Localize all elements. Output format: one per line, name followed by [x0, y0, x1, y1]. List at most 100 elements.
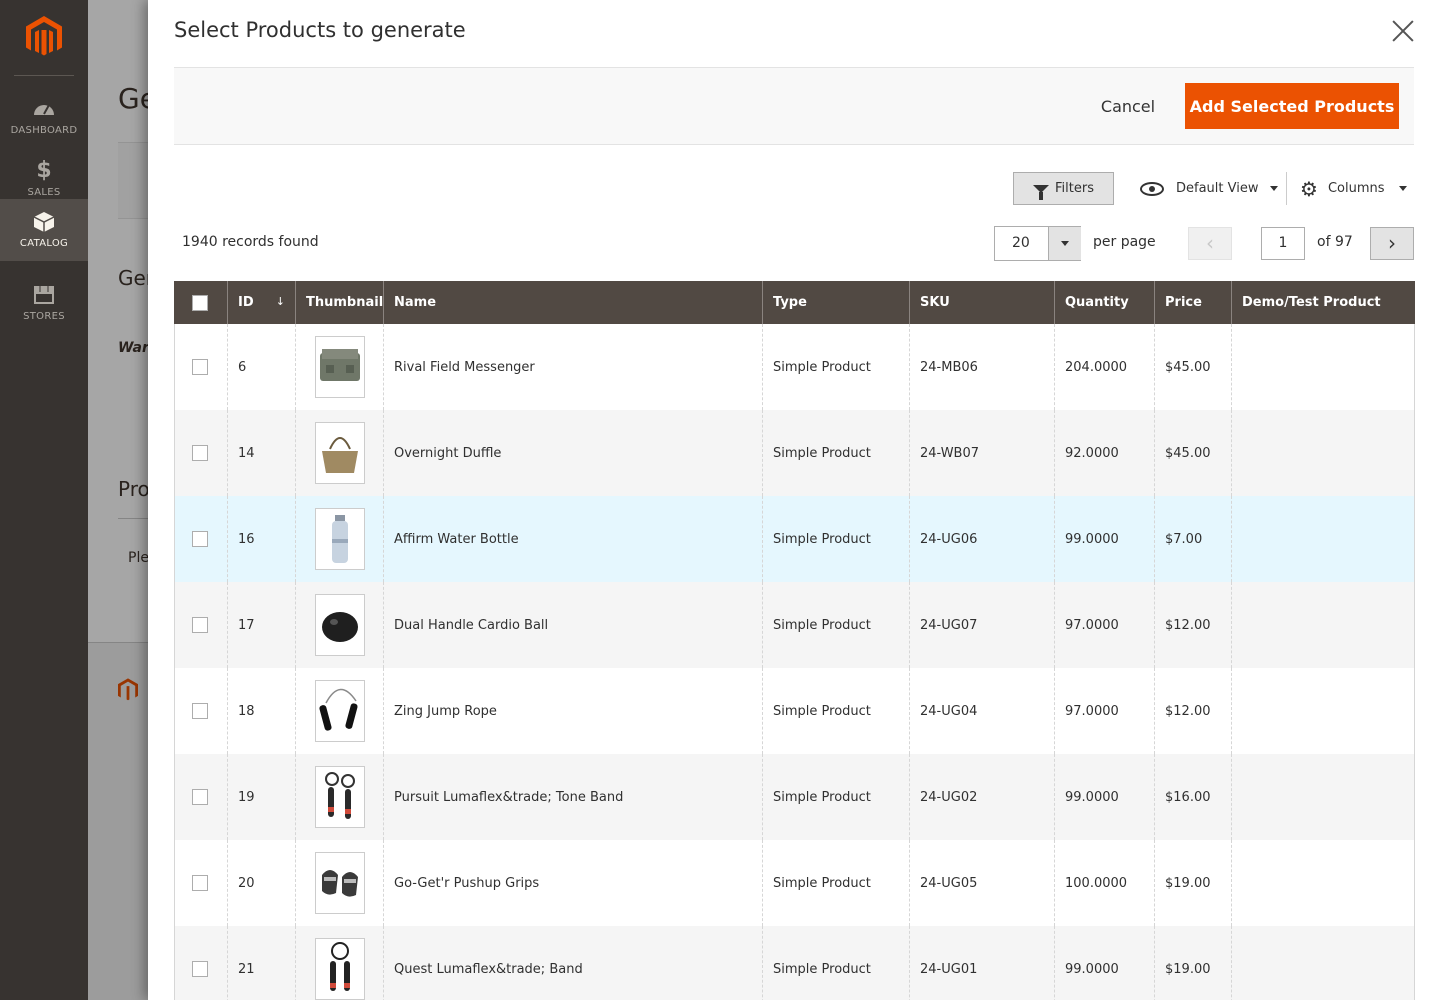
cell-id: 21 — [227, 926, 296, 1000]
product-thumbnail[interactable] — [314, 594, 365, 656]
columns-control[interactable]: ⚙ Columns — [1300, 172, 1407, 205]
cancel-button[interactable]: Cancel — [1086, 83, 1170, 129]
cell-price: $12.00 — [1154, 582, 1232, 668]
product-thumbnail[interactable] — [314, 766, 365, 828]
cell-quantity: 100.0000 — [1054, 840, 1155, 926]
cell-id: 17 — [227, 582, 296, 668]
sidebar-item-label: SALES — [27, 187, 61, 198]
filters-label: Filters — [1055, 181, 1094, 196]
gear-icon: ⚙ — [1300, 176, 1318, 201]
row-checkbox[interactable] — [192, 703, 208, 719]
row-checkbox[interactable] — [192, 617, 208, 633]
chevron-down-icon — [1398, 186, 1407, 191]
table-row[interactable]: 19 Pursuit Lumaflex&trade; Tone Band Sim… — [174, 754, 1415, 840]
row-checkbox[interactable] — [192, 531, 208, 547]
sidebar-item-catalog[interactable]: CATALOG — [0, 199, 88, 261]
row-checkbox[interactable] — [192, 359, 208, 375]
cell-price: $12.00 — [1154, 668, 1232, 754]
cell-sku: 24-UG05 — [909, 840, 1055, 926]
cell-quantity: 99.0000 — [1054, 496, 1155, 582]
per-page-dropdown-button[interactable] — [1048, 227, 1081, 260]
table-row[interactable]: 17 Dual Handle Cardio Ball Simple Produc… — [174, 582, 1415, 668]
page-number-input[interactable]: 1 — [1261, 227, 1305, 260]
magento-logo-icon[interactable] — [26, 16, 62, 58]
row-checkbox[interactable] — [192, 961, 208, 977]
select-all-checkbox[interactable] — [192, 294, 208, 311]
per-page-value: 20 — [1012, 235, 1030, 251]
admin-sidebar: DASHBOARD $ SALES CATALOG STORES — [0, 0, 88, 1000]
per-page-label: per page — [1093, 234, 1156, 250]
select-all-header[interactable] — [174, 281, 228, 324]
modal-action-bar: Cancel Add Selected Products — [174, 67, 1414, 145]
close-icon[interactable] — [1388, 16, 1418, 46]
add-selected-products-button[interactable]: Add Selected Products — [1185, 83, 1399, 129]
cell-quantity: 97.0000 — [1054, 582, 1155, 668]
page-count: of 97 — [1317, 234, 1353, 250]
column-header-name[interactable]: Name — [383, 281, 763, 324]
chevron-down-icon — [1270, 186, 1279, 191]
table-row[interactable]: 6 Rival Field Messenger Simple Product 2… — [174, 324, 1415, 410]
box-icon — [32, 211, 56, 233]
cell-sku: 24-UG07 — [909, 582, 1055, 668]
table-row[interactable]: 18 Zing Jump Rope Simple Product 24-UG04… — [174, 668, 1415, 754]
dollar-icon: $ — [36, 158, 52, 183]
cell-name: Go-Get'r Pushup Grips — [383, 840, 763, 926]
select-products-modal: Select Products to generate Cancel Add S… — [148, 0, 1440, 1000]
cell-id: 20 — [227, 840, 296, 926]
cell-demo-test-product — [1231, 410, 1415, 496]
per-page-select[interactable]: 20 — [994, 226, 1081, 261]
row-checkbox[interactable] — [192, 445, 208, 461]
product-thumbnail[interactable] — [314, 852, 365, 914]
cell-sku: 24-UG01 — [909, 926, 1055, 1000]
product-thumbnail[interactable] — [314, 508, 365, 570]
cell-price: $45.00 — [1154, 410, 1232, 496]
cell-type: Simple Product — [762, 840, 910, 926]
cell-id: 16 — [227, 496, 296, 582]
records-count: 1940 records found — [182, 234, 319, 250]
table-row[interactable]: 14 Overnight Duffle Simple Product 24-WB… — [174, 410, 1415, 496]
column-header-quantity[interactable]: Quantity — [1054, 281, 1155, 324]
cell-sku: 24-UG02 — [909, 754, 1055, 840]
column-header-sku[interactable]: SKU — [909, 281, 1055, 324]
cell-quantity: 99.0000 — [1054, 926, 1155, 1000]
product-thumbnail[interactable] — [314, 938, 365, 1000]
sort-arrow-icon: ↓ — [275, 295, 285, 308]
column-header-id[interactable]: ID ↓ — [227, 281, 296, 324]
cell-price: $19.00 — [1154, 926, 1232, 1000]
cell-id: 6 — [227, 324, 296, 410]
sidebar-item-dashboard[interactable]: DASHBOARD — [0, 86, 88, 148]
cell-sku: 24-MB06 — [909, 324, 1055, 410]
next-page-button[interactable]: › — [1370, 227, 1414, 260]
column-header-demo-test-product[interactable]: Demo/Test Product — [1231, 281, 1415, 324]
cell-demo-test-product — [1231, 668, 1415, 754]
cell-name: Overnight Duffle — [383, 410, 763, 496]
previous-page-button[interactable]: ‹ — [1188, 227, 1232, 260]
filters-button[interactable]: Filters — [1013, 172, 1114, 205]
sidebar-item-label: DASHBOARD — [10, 125, 78, 136]
column-header-type[interactable]: Type — [762, 281, 910, 324]
cell-type: Simple Product — [762, 496, 910, 582]
table-row[interactable]: 20 Go-Get'r Pushup Grips Simple Product … — [174, 840, 1415, 926]
cell-type: Simple Product — [762, 582, 910, 668]
cell-demo-test-product — [1231, 926, 1415, 1000]
column-header-thumbnail: Thumbnail — [295, 281, 384, 324]
product-thumbnail[interactable] — [314, 422, 365, 484]
row-checkbox[interactable] — [192, 789, 208, 805]
product-thumbnail[interactable] — [314, 680, 365, 742]
table-row[interactable]: 21 Quest Lumaflex&trade; Band Simple Pro… — [174, 926, 1415, 1000]
cell-sku: 24-UG06 — [909, 496, 1055, 582]
sidebar-item-stores[interactable]: STORES — [0, 272, 88, 334]
sidebar-item-label: CATALOG — [19, 238, 69, 249]
row-checkbox[interactable] — [192, 875, 208, 891]
cell-demo-test-product — [1231, 840, 1415, 926]
view-switcher[interactable]: Default View — [1140, 172, 1279, 205]
product-thumbnail[interactable] — [314, 336, 365, 398]
cell-type: Simple Product — [762, 324, 910, 410]
sidebar-item-label: STORES — [23, 311, 65, 322]
sidebar-divider — [14, 75, 74, 76]
cell-type: Simple Product — [762, 668, 910, 754]
table-row[interactable]: 16 Affirm Water Bottle Simple Product 24… — [174, 496, 1415, 582]
products-grid: ID ↓ Thumbnail Name Type SKU Quantity Pri… — [174, 281, 1415, 1000]
column-header-price[interactable]: Price — [1154, 281, 1232, 324]
cell-quantity: 99.0000 — [1054, 754, 1155, 840]
